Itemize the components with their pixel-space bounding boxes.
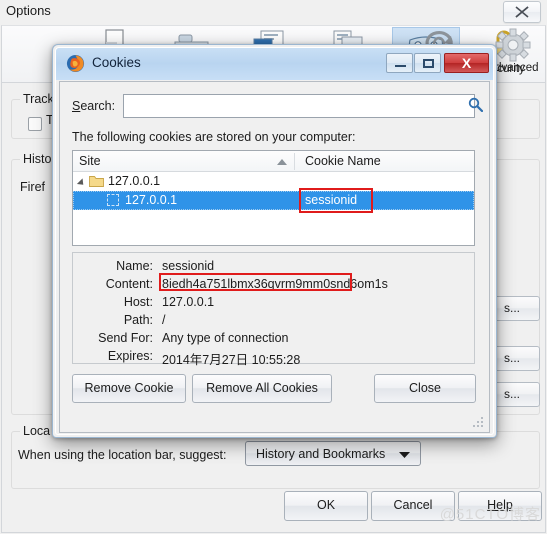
detail-value-path: / [162,313,166,327]
highlight-box-content [159,273,352,291]
cookies-dialog-titlebar[interactable]: Cookies X [56,48,493,80]
cookies-maximize-button[interactable] [414,53,441,73]
detail-value-host: 127.0.0.1 [162,295,215,309]
table-row[interactable]: 127.0.0.1 sessionid [73,191,474,210]
search-input[interactable] [123,94,475,118]
detail-label-expires: Expires: [107,349,153,363]
cookie-list[interactable]: Site Cookie Name 127.0.0.1 127.0.0.1 ses… [72,150,475,246]
suggest-dropdown[interactable]: History and Bookmarks [245,441,421,466]
close-x-icon: X [461,55,472,71]
cancel-button-label: Cancel [393,498,433,512]
detail-value-send-for: Any type of connection [162,331,289,345]
folder-icon [89,176,104,187]
column-header-cookie-name[interactable]: Cookie Name [305,154,381,168]
detail-value-expires: 2014年7月27日 10:55:28 [162,353,301,367]
minimize-icon [395,65,406,67]
close-icon [515,6,529,18]
detail-label-host: Host: [123,295,153,309]
cookie-row-site: 127.0.0.1 [125,193,178,207]
detail-label-content: Content: [105,277,153,291]
cookies-dialog-body: Search: The following cookies are stored… [59,81,490,433]
detail-value-name: sessionid [162,259,215,273]
detail-label-name: Name: [116,259,153,273]
cookies-close-button[interactable]: X [444,53,489,73]
cookie-list-header: Site Cookie Name [73,151,474,172]
ok-button[interactable]: OK [284,491,368,521]
location-group-label: Loca [20,424,54,438]
options-titlebar: Options [0,0,547,24]
tracking-checkbox[interactable] [28,117,42,131]
expand-triangle-icon[interactable] [76,178,87,188]
remove-cookie-label: Remove Cookie [84,381,174,395]
cookies-close-action-label: Close [409,381,441,395]
detail-label-path: Path: [123,313,153,327]
cookies-dialog-frame: Cookies X Search: The following cookies … [55,47,494,435]
resize-grip-icon[interactable] [472,416,484,428]
remove-all-cookies-label: Remove All Cookies [206,381,318,395]
remove-all-cookies-button[interactable]: Remove All Cookies [192,374,332,403]
search-label-rest: earch: [80,99,116,113]
highlight-box-cookie-name [299,188,373,213]
table-row-folder[interactable]: 127.0.0.1 [73,172,474,191]
column-header-site[interactable]: Site [79,154,101,168]
history-group-label: Histo [20,152,55,166]
remove-cookie-button[interactable]: Remove Cookie [72,374,186,403]
cookie-row-icon [107,194,119,206]
cookies-dialog: Cookies X Search: The following cookies … [52,44,497,438]
suggest-dropdown-value: History and Bookmarks [256,447,386,461]
column-divider[interactable] [294,153,295,170]
cookies-description: The following cookies are stored on your… [72,130,356,144]
suggest-label: When using the location bar, suggest: [18,448,227,462]
watermark: @51CTO博客 [439,506,541,523]
options-close-button[interactable] [503,1,541,23]
search-magnifier-icon[interactable] [468,97,483,112]
folder-row-site: 127.0.0.1 [108,174,161,188]
firefox-icon [66,54,85,73]
firefox-label: Firef [20,180,45,194]
cookies-minimize-button[interactable] [386,53,413,73]
options-window-title: Options [6,3,51,18]
cookie-details-panel: Name: sessionid Content: 8iedh4a751lbmx3… [72,252,475,367]
maximize-icon [423,59,434,68]
chevron-down-icon [399,452,410,458]
ok-button-label: OK [316,498,336,512]
cookies-dialog-title: Cookies [92,55,141,70]
sort-ascending-icon [277,159,287,165]
cookies-close-action-button[interactable]: Close [374,374,476,403]
search-label: Search: [72,99,116,113]
detail-label-send-for: Send For: [98,331,153,345]
